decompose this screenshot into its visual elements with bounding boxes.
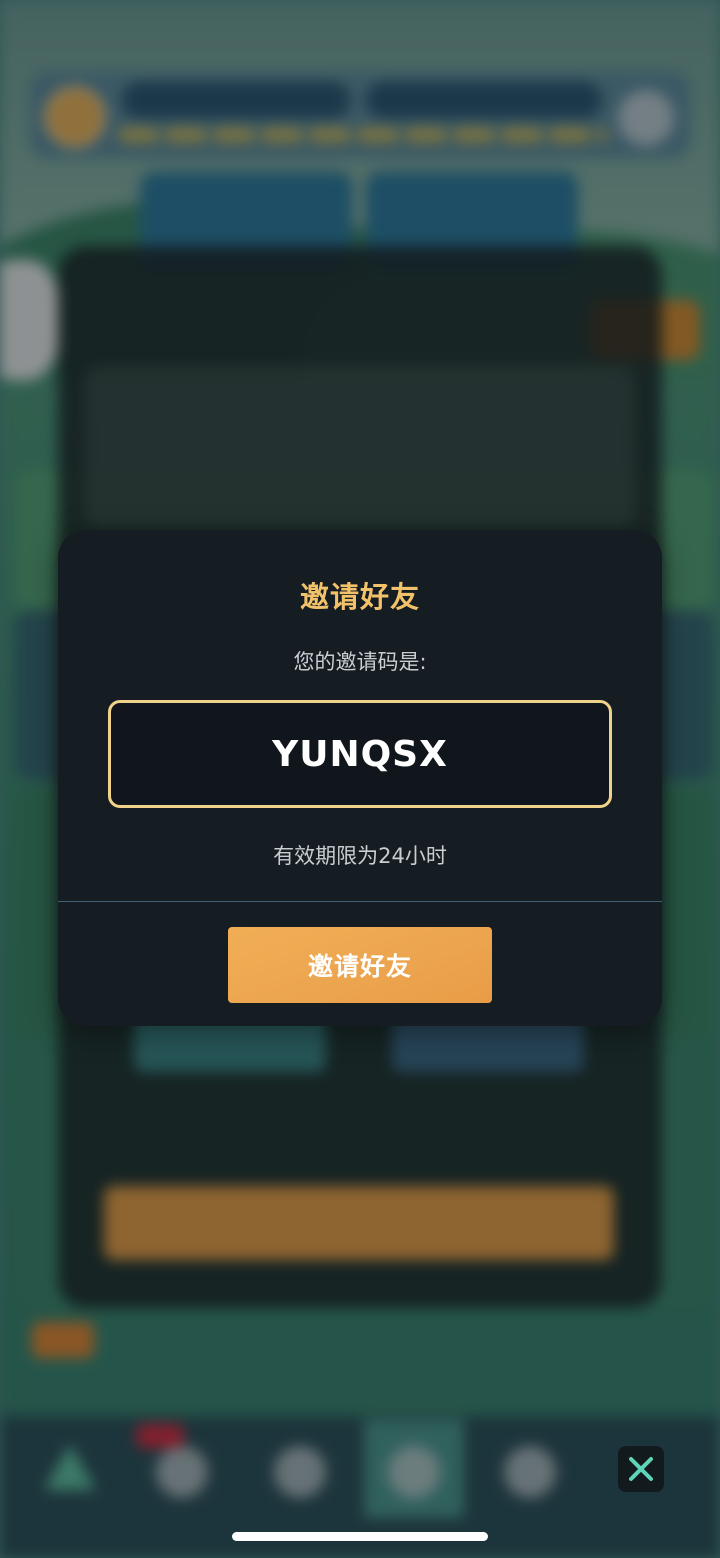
home-indicator: [232, 1532, 488, 1541]
invite-code-label: 您的邀请码是:: [293, 650, 427, 674]
divider: [58, 901, 662, 902]
modal-title: 邀请好友: [299, 580, 420, 614]
close-icon: [629, 1457, 653, 1481]
validity-text: 有效期限为24小时: [273, 844, 447, 868]
invite-code-box[interactable]: YUNQSX: [108, 700, 612, 808]
invite-friends-button[interactable]: 邀请好友: [228, 927, 492, 1003]
close-button[interactable]: [618, 1446, 664, 1492]
invite-code: YUNQSX: [272, 733, 448, 775]
invite-modal: 邀请好友 您的邀请码是: YUNQSX 有效期限为24小时 邀请好友: [58, 530, 662, 1026]
